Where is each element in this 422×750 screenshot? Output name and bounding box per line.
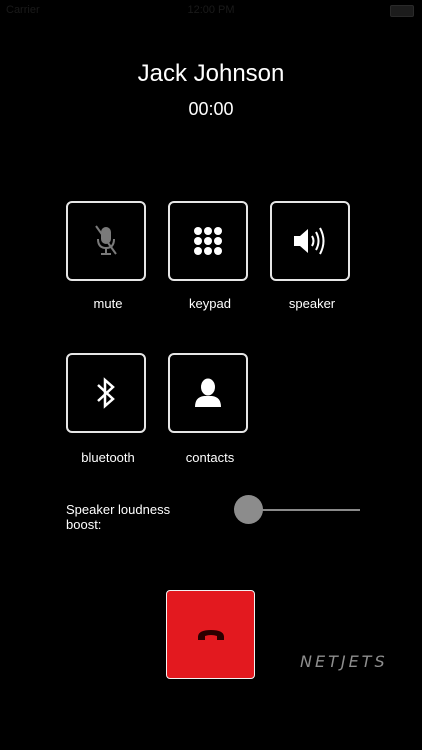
mute-button[interactable] — [66, 201, 146, 281]
bluetooth-button[interactable] — [66, 353, 146, 433]
contact-person-icon — [194, 378, 222, 408]
speaker-button[interactable] — [270, 201, 350, 281]
status-time: 12:00 PM — [187, 4, 235, 16]
speaker-boost-label: Speaker loudness boost: — [66, 502, 171, 532]
speaker-volume-icon — [292, 226, 328, 256]
contacts-button[interactable] — [168, 353, 248, 433]
speaker-boost-slider-thumb[interactable] — [234, 495, 263, 524]
hang-up-phone-icon — [196, 628, 226, 642]
keypad-button[interactable] — [168, 201, 248, 281]
status-bar: Carrier 12:00 PM — [0, 0, 422, 22]
muted-microphone-icon — [93, 224, 119, 258]
battery-icon — [390, 5, 414, 17]
hang-up-button[interactable] — [166, 590, 255, 679]
speaker-boost-slider-track[interactable] — [248, 509, 360, 511]
netjets-logo: NETJETS — [300, 652, 388, 671]
call-timer: 00:00 — [188, 99, 234, 119]
keypad-grid-icon — [193, 226, 223, 256]
contacts-label: contacts — [185, 450, 235, 465]
caller-name: Jack Johnson — [137, 60, 285, 87]
speaker-label: speaker — [288, 296, 336, 311]
bluetooth-icon — [95, 376, 117, 410]
